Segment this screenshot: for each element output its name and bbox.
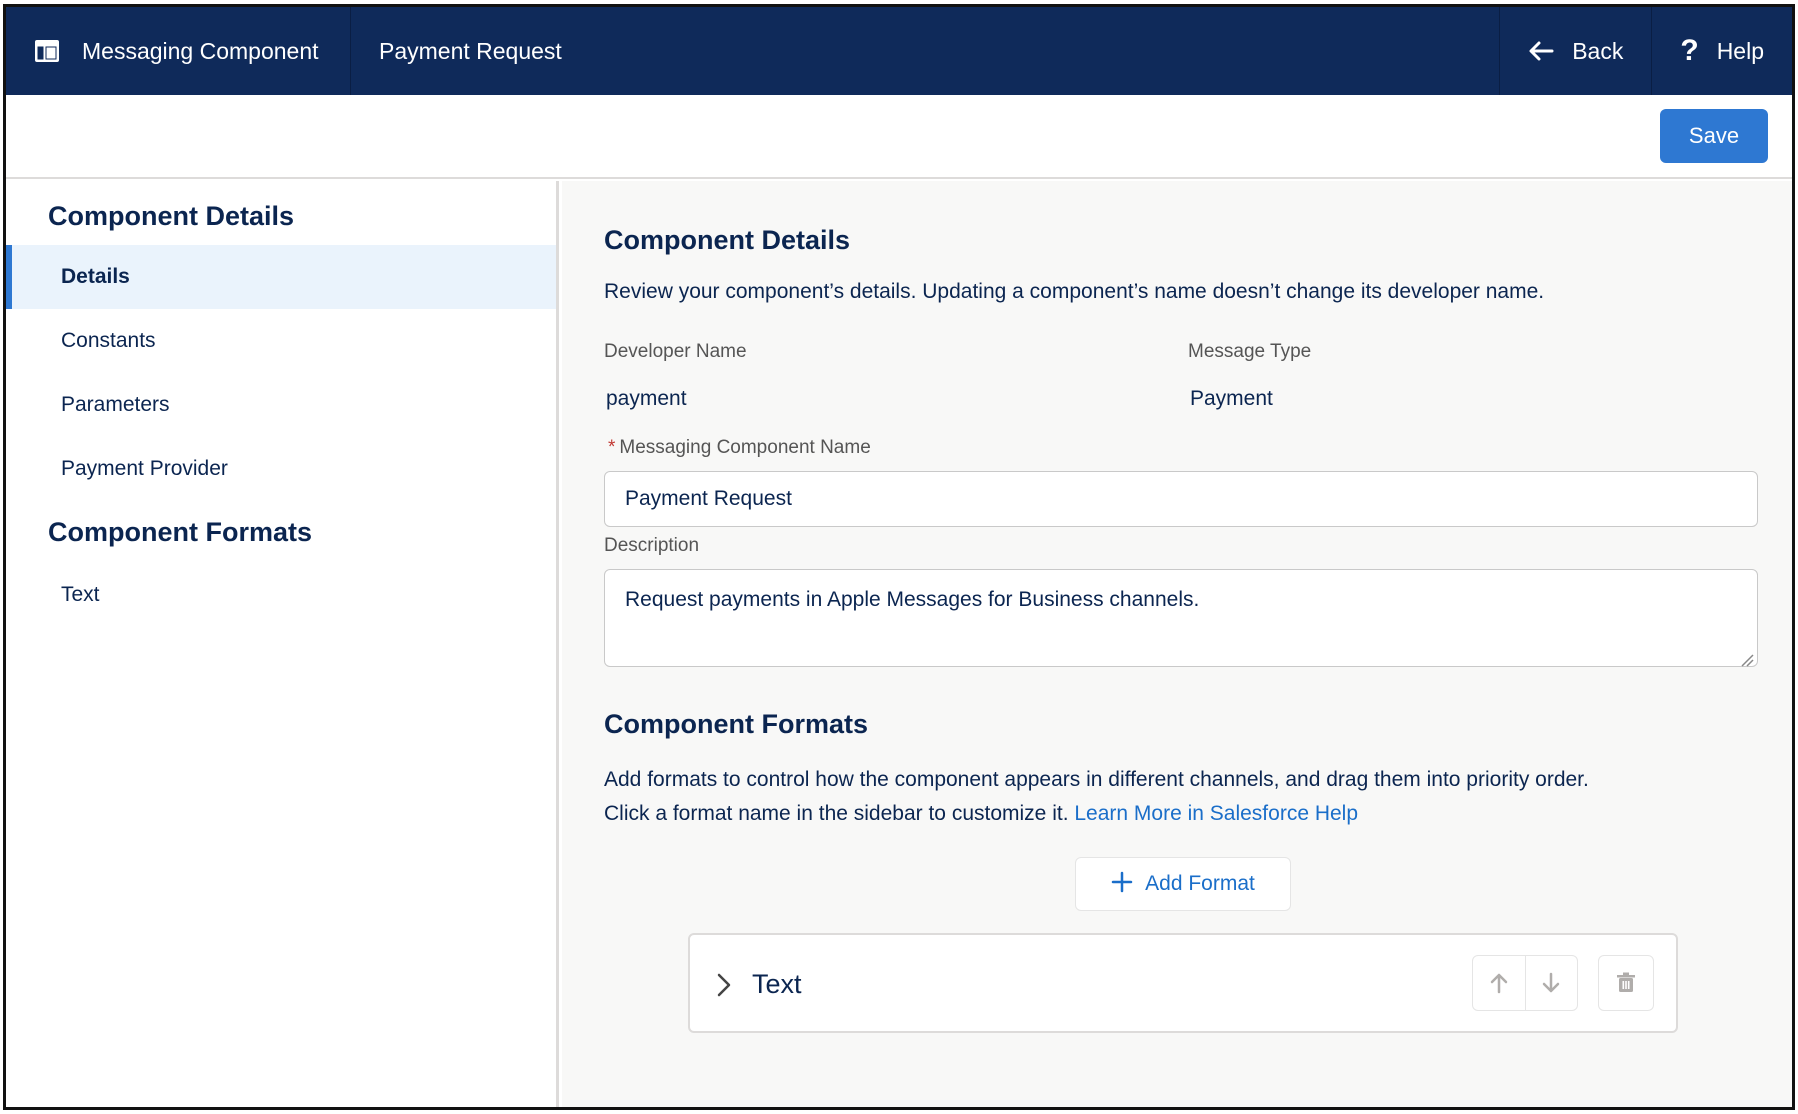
sidebar: Component Details Details Constants Para… <box>6 181 559 1107</box>
top-header: Messaging Component Payment Request Back… <box>6 7 1792 95</box>
formats-description: Add formats to control how the component… <box>604 763 1589 831</box>
app-window: Messaging Component Payment Request Back… <box>3 4 1795 1110</box>
formats-description-line2-text: Click a format name in the sidebar to cu… <box>604 802 1069 825</box>
help-label: Help <box>1716 37 1764 64</box>
formats-description-line1: Add formats to control how the component… <box>604 768 1589 791</box>
required-marker: * <box>608 437 616 458</box>
component-name-label-text: Messaging Component Name <box>619 437 871 458</box>
reorder-button-group <box>1472 955 1578 1011</box>
header-spacer <box>562 7 1499 95</box>
action-bar: Save <box>6 95 1792 179</box>
move-up-button[interactable] <box>1473 956 1525 1010</box>
app-title: Messaging Component <box>82 37 319 64</box>
record-title: Payment Request <box>379 37 562 64</box>
sidebar-item-constants[interactable]: Constants <box>6 309 556 373</box>
trash-icon <box>1617 972 1635 992</box>
move-down-button[interactable] <box>1524 956 1578 1010</box>
arrow-down-icon <box>1543 972 1560 993</box>
developer-name-label: Developer Name <box>604 341 747 362</box>
description-value: Request payments in Apple Messages for B… <box>625 588 1200 611</box>
app-grid-icon <box>34 38 60 64</box>
format-card-label[interactable]: Text <box>752 969 802 1000</box>
format-card-text: Text <box>688 933 1678 1033</box>
save-button[interactable]: Save <box>1660 109 1768 163</box>
learn-more-link[interactable]: Learn More in Salesforce Help <box>1074 802 1358 825</box>
question-mark-icon: ? <box>1680 34 1699 67</box>
chevron-right-icon[interactable] <box>714 973 734 997</box>
arrow-left-icon <box>1528 40 1554 62</box>
arrow-up-icon <box>1490 973 1507 994</box>
formats-section-title: Component Formats <box>604 709 869 739</box>
help-button[interactable]: ? Help <box>1651 7 1792 95</box>
formats-description-line2: Click a format name in the sidebar to cu… <box>604 797 1589 831</box>
sidebar-details-list: Details Constants Parameters Payment Pro… <box>6 245 556 501</box>
back-label: Back <box>1572 37 1624 64</box>
back-button[interactable]: Back <box>1499 7 1651 95</box>
sidebar-item-parameters[interactable]: Parameters <box>6 373 556 437</box>
component-name-input[interactable]: Payment Request <box>604 471 1758 527</box>
sidebar-heading-formats: Component Formats <box>48 517 313 547</box>
plus-icon <box>1111 869 1133 899</box>
main-content: Component Details Review your component’… <box>562 181 1792 1107</box>
add-format-button[interactable]: Add Format <box>1075 857 1291 911</box>
sidebar-item-payment-provider[interactable]: Payment Provider <box>6 437 556 501</box>
description-label: Description <box>604 535 700 556</box>
developer-name-value: payment <box>606 387 687 410</box>
resize-handle-icon[interactable] <box>1740 649 1754 667</box>
description-textarea[interactable]: Request payments in Apple Messages for B… <box>604 569 1758 667</box>
message-type-label: Message Type <box>1188 341 1312 362</box>
add-format-label: Add Format <box>1145 872 1255 895</box>
sidebar-item-details[interactable]: Details <box>6 245 556 309</box>
message-type-value: Payment <box>1190 387 1273 410</box>
details-section-title: Component Details <box>604 225 851 255</box>
sidebar-heading-details: Component Details <box>48 201 295 231</box>
delete-button[interactable] <box>1598 955 1654 1011</box>
app-title-area: Messaging Component <box>6 7 351 95</box>
component-name-value: Payment Request <box>625 487 792 510</box>
component-name-label: * Messaging Component Name <box>608 437 871 459</box>
sidebar-formats-list: Text <box>6 563 556 627</box>
details-description: Review your component’s details. Updatin… <box>604 280 1545 303</box>
sidebar-item-text[interactable]: Text <box>6 563 556 627</box>
